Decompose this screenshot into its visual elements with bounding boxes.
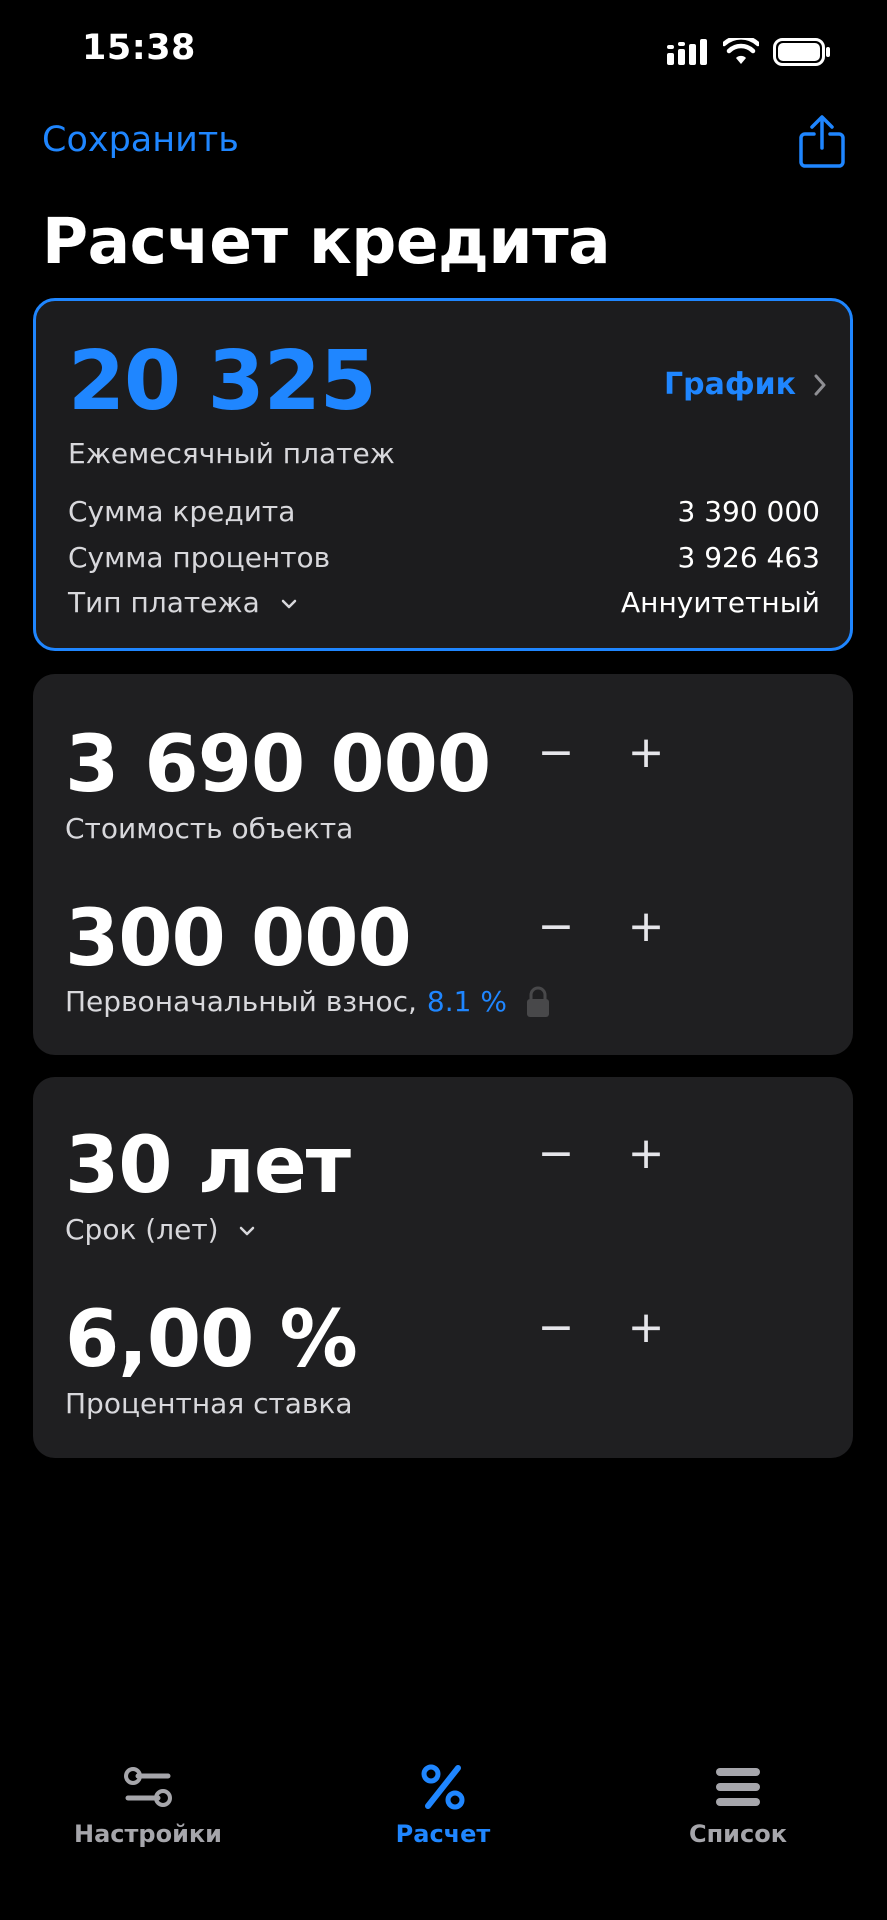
tab-settings-label: Настройки bbox=[73, 1820, 222, 1848]
chevron-right-icon bbox=[814, 374, 826, 395]
tab-settings[interactable]: Настройки bbox=[48, 1760, 248, 1848]
property-cost-label: Стоимость объекта bbox=[65, 812, 354, 845]
tab-list-label: Список bbox=[688, 1820, 787, 1848]
share-button[interactable] bbox=[797, 114, 847, 170]
property-cost-value[interactable]: 3 690 000 bbox=[65, 726, 491, 804]
term-value[interactable]: 30 лет bbox=[65, 1127, 351, 1205]
interest-rate-minus-button[interactable]: − bbox=[526, 1297, 586, 1357]
interest-rate-label: Процентная ставка bbox=[65, 1387, 353, 1420]
wifi-icon bbox=[723, 38, 759, 64]
payment-summary-card: 20 325 График Ежемесячный платеж Сумма к… bbox=[33, 298, 853, 651]
down-payment-minus-button[interactable]: − bbox=[526, 896, 586, 956]
down-payment-label: Первоначальный взнос, bbox=[65, 985, 417, 1018]
interest-rate-plus-button[interactable]: + bbox=[616, 1297, 676, 1357]
payment-type-label: Тип платежа bbox=[68, 586, 260, 619]
battery-icon bbox=[773, 38, 830, 66]
status-icons bbox=[667, 32, 831, 72]
lock-icon[interactable] bbox=[525, 986, 551, 1018]
term-minus-button[interactable]: − bbox=[526, 1123, 586, 1183]
term-plus-button[interactable]: + bbox=[616, 1123, 676, 1183]
property-cost-minus-button[interactable]: − bbox=[526, 722, 586, 782]
terms-card: 30 лет Срок (лет) − + 6,00 % Процентная … bbox=[33, 1077, 853, 1458]
schedule-button[interactable]: График bbox=[664, 367, 826, 402]
interest-amount-label: Сумма процентов bbox=[68, 541, 331, 574]
loan-amount-value: 3 390 000 bbox=[677, 495, 820, 528]
interest-rate-value[interactable]: 6,00 % bbox=[65, 1301, 358, 1379]
payment-type-value: Аннуитетный bbox=[621, 586, 820, 619]
signal-icon bbox=[667, 39, 707, 65]
page-title: Расчет кредита bbox=[42, 205, 611, 278]
monthly-payment-value: 20 325 bbox=[68, 334, 377, 429]
property-cost-plus-button[interactable]: + bbox=[616, 722, 676, 782]
sliders-icon bbox=[124, 1767, 172, 1807]
term-label: Срок (лет) bbox=[65, 1213, 219, 1246]
monthly-payment-label: Ежемесячный платеж bbox=[68, 437, 395, 470]
payment-type-selector[interactable]: Тип платежа bbox=[68, 586, 297, 619]
list-icon bbox=[716, 1768, 760, 1806]
share-icon bbox=[799, 115, 845, 168]
schedule-label: График bbox=[664, 367, 796, 402]
chevron-down-icon bbox=[240, 1226, 255, 1236]
chevron-down-icon bbox=[281, 599, 296, 609]
down-payment-label-row: Первоначальный взнос, 8.1 % bbox=[65, 985, 551, 1018]
property-card: 3 690 000 Стоимость объекта − + 300 000 … bbox=[33, 674, 853, 1055]
save-button[interactable]: Сохранить bbox=[42, 120, 239, 160]
interest-amount-value: 3 926 463 bbox=[677, 541, 820, 574]
down-payment-percent[interactable]: 8.1 % bbox=[427, 985, 507, 1018]
down-payment-plus-button[interactable]: + bbox=[616, 896, 676, 956]
loan-amount-label: Сумма кредита bbox=[68, 495, 296, 528]
term-unit-selector[interactable]: Срок (лет) bbox=[65, 1213, 255, 1246]
percent-icon bbox=[421, 1764, 465, 1810]
tab-calculation-label: Расчет bbox=[395, 1820, 491, 1848]
tab-list[interactable]: Список bbox=[638, 1760, 838, 1848]
status-time: 15:38 bbox=[82, 28, 196, 68]
tab-calculation[interactable]: Расчет bbox=[343, 1760, 543, 1848]
down-payment-value[interactable]: 300 000 bbox=[65, 900, 412, 978]
